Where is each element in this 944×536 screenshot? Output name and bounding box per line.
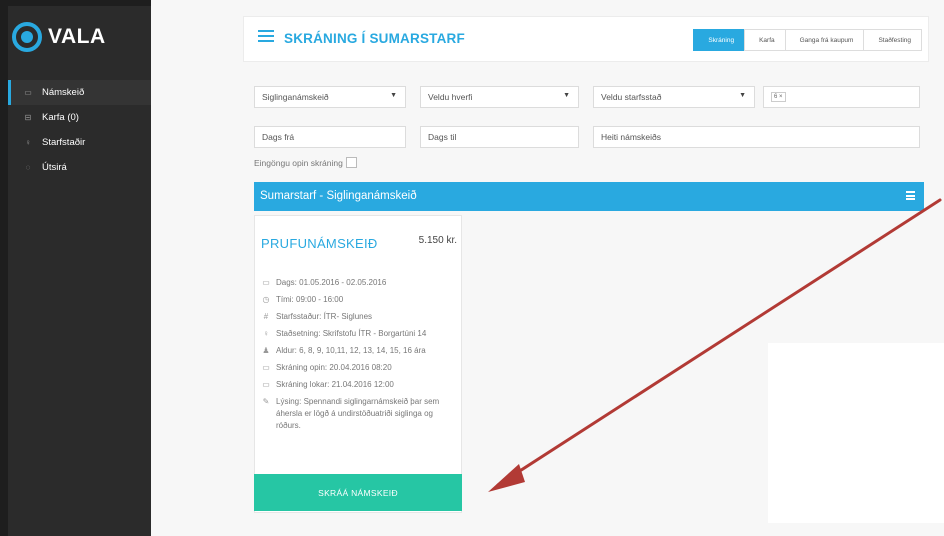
step-registration[interactable]: Skráning: [693, 29, 746, 51]
sidebar-item-logout[interactable]: ◌ Útsirá: [8, 155, 151, 180]
date-to-input[interactable]: Dags til: [420, 126, 579, 148]
course-name-input[interactable]: Heiti námskeiðs: [593, 126, 920, 148]
sidebar-item-label: Námskeið: [42, 87, 85, 98]
step-cart[interactable]: Karfa: [744, 29, 786, 51]
sidebar-item-label: Útsirá: [42, 162, 67, 173]
course-type-select[interactable]: Siglinganámskeið ▼: [254, 86, 406, 108]
calendar-icon: ▭: [262, 380, 270, 389]
date-from-input[interactable]: Dags frá: [254, 126, 406, 148]
age-tag[interactable]: 6 ×: [771, 92, 786, 102]
section-header: Sumarstarf - Siglinganámskeið: [254, 182, 924, 211]
open-only-filter[interactable]: Eingöngu opin skráning: [254, 157, 357, 168]
sidebar-item-locations[interactable]: ♀ Starfstaðir: [8, 130, 151, 155]
page-title: SKRÁNING Í SUMARSTARF: [284, 31, 465, 46]
open-only-label: Eingöngu opin skráning: [254, 157, 343, 168]
course-name-placeholder: Heiti námskeiðs: [601, 132, 661, 142]
clock-icon: ◷: [262, 295, 270, 304]
sidebar: VALA ▭ Námskeið ⊟ Karfa (0) ♀ Starfstaði…: [8, 6, 151, 536]
date-to-placeholder: Dags til: [428, 132, 457, 142]
enroll-course-button[interactable]: SKRÁÁ NÁMSKEIÐ: [254, 474, 462, 511]
detail-description: ✎ Lýsing: Spennandi siglingarnámskeið þa…: [261, 396, 459, 432]
main-content: SKRÁNING Í SUMARSTARF Skráning Karfa Gan…: [151, 0, 944, 536]
course-card: PRUFUNÁMSKEIÐ 5.150 kr. ▭ Dags: 01.05.20…: [254, 215, 462, 513]
screenshot-frame: VALA ▭ Námskeið ⊟ Karfa (0) ♀ Starfstaði…: [0, 0, 944, 536]
chevron-down-icon: ▼: [739, 92, 746, 99]
course-title[interactable]: PRUFUNÁMSKEIÐ: [261, 236, 378, 251]
sidebar-item-label: Karfa (0): [42, 112, 79, 123]
detail-text: Skráning opin: 20.04.2016 08:20: [276, 363, 392, 372]
hamburger-menu-icon[interactable]: [258, 30, 274, 43]
detail-workplace: # Starfsstaður: ÍTR- Siglunes: [261, 311, 459, 323]
date-from-placeholder: Dags frá: [262, 132, 295, 142]
detail-time: ◷ Tími: 09:00 - 16:00: [261, 294, 459, 306]
course-details: ▭ Dags: 01.05.201‌6 - 02.05.2016 ◷ Tími:…: [261, 277, 459, 437]
logo-text: VALA: [48, 25, 106, 48]
map-pin-icon: ♀: [25, 138, 31, 147]
calendar-icon: ▭: [262, 278, 270, 287]
calendar-icon: ▭: [24, 88, 32, 97]
district-select[interactable]: Veldu hverfi ▼: [420, 86, 579, 108]
location-placeholder: Veldu starfsstað: [601, 92, 662, 102]
detail-text: Tími: 09:00 - 16:00: [276, 295, 344, 304]
sidebar-item-cart[interactable]: ⊟ Karfa (0): [8, 105, 151, 130]
sidebar-item-courses[interactable]: ▭ Námskeið: [8, 80, 151, 105]
pencil-icon: ✎: [262, 397, 270, 406]
chevron-down-icon: ▼: [563, 92, 570, 99]
step-checkout[interactable]: Ganga frá kaupum: [784, 29, 865, 51]
blank-panel: [768, 343, 944, 523]
age-multiselect[interactable]: 6 ×: [763, 86, 920, 108]
logo[interactable]: VALA: [8, 6, 151, 68]
step-confirmation[interactable]: Staðfesting: [863, 29, 922, 51]
detail-location: ♀ Staðsetning: Skrifstofu ÍTR - Borgartú…: [261, 328, 459, 340]
sidebar-item-label: Starfstaðir: [42, 137, 86, 148]
section-title: Sumarstarf - Siglinganámskeið: [260, 190, 417, 202]
detail-text: Aldur: 6, 8, 9, 10,11, 12, 13, 14, 15, 1…: [276, 346, 426, 355]
user-icon: ♟: [262, 346, 270, 355]
location-select[interactable]: Veldu starfsstað ▼: [593, 86, 755, 108]
district-placeholder: Veldu hverfi: [428, 92, 473, 102]
vala-logo-icon: [12, 22, 42, 52]
sidebar-nav: ▭ Námskeið ⊟ Karfa (0) ♀ Starfstaðir ◌ Ú…: [8, 80, 151, 180]
course-price: 5.150 kr.: [418, 235, 457, 246]
page-header: SKRÁNING Í SUMARSTARF Skráning Karfa Gan…: [243, 16, 929, 62]
power-icon: ◌: [25, 163, 31, 172]
detail-text: Skráning lokar: 21.04.2016 12:00: [276, 380, 394, 389]
chevron-down-icon: ▼: [390, 92, 397, 99]
cart-icon: ⊟: [24, 113, 32, 122]
building-icon: #: [263, 312, 269, 321]
detail-text: Dags: 01.05.201‌6 - 02.05.2016: [276, 278, 387, 287]
detail-registration-open: ▭ Skráning opin: 20.04.2016 08:20: [261, 362, 459, 374]
detail-dates: ▭ Dags: 01.05.201‌6 - 02.05.2016: [261, 277, 459, 289]
list-menu-icon[interactable]: [906, 191, 915, 200]
detail-text: Starfsstaður: ÍTR- Siglunes: [276, 312, 373, 321]
open-only-checkbox[interactable]: [345, 157, 357, 168]
detail-age: ♟ Aldur: 6, 8, 9, 10,11, 12, 13, 14, 15,…: [261, 345, 459, 357]
course-type-value: Siglinganámskeið: [262, 92, 329, 102]
detail-registration-close: ▭ Skráning lokar: 21.04.2016 12:00: [261, 379, 459, 391]
detail-text: Lýsing: Spennandi siglingarnámskeið þar …: [276, 397, 440, 430]
detail-text: Staðsetning: Skrifstofu ÍTR - Borgartúni…: [276, 329, 427, 338]
map-pin-icon: ♀: [263, 329, 269, 338]
calendar-icon: ▭: [262, 363, 270, 372]
checkout-steps: Skráning Karfa Ganga frá kaupum Staðfest…: [693, 29, 922, 51]
